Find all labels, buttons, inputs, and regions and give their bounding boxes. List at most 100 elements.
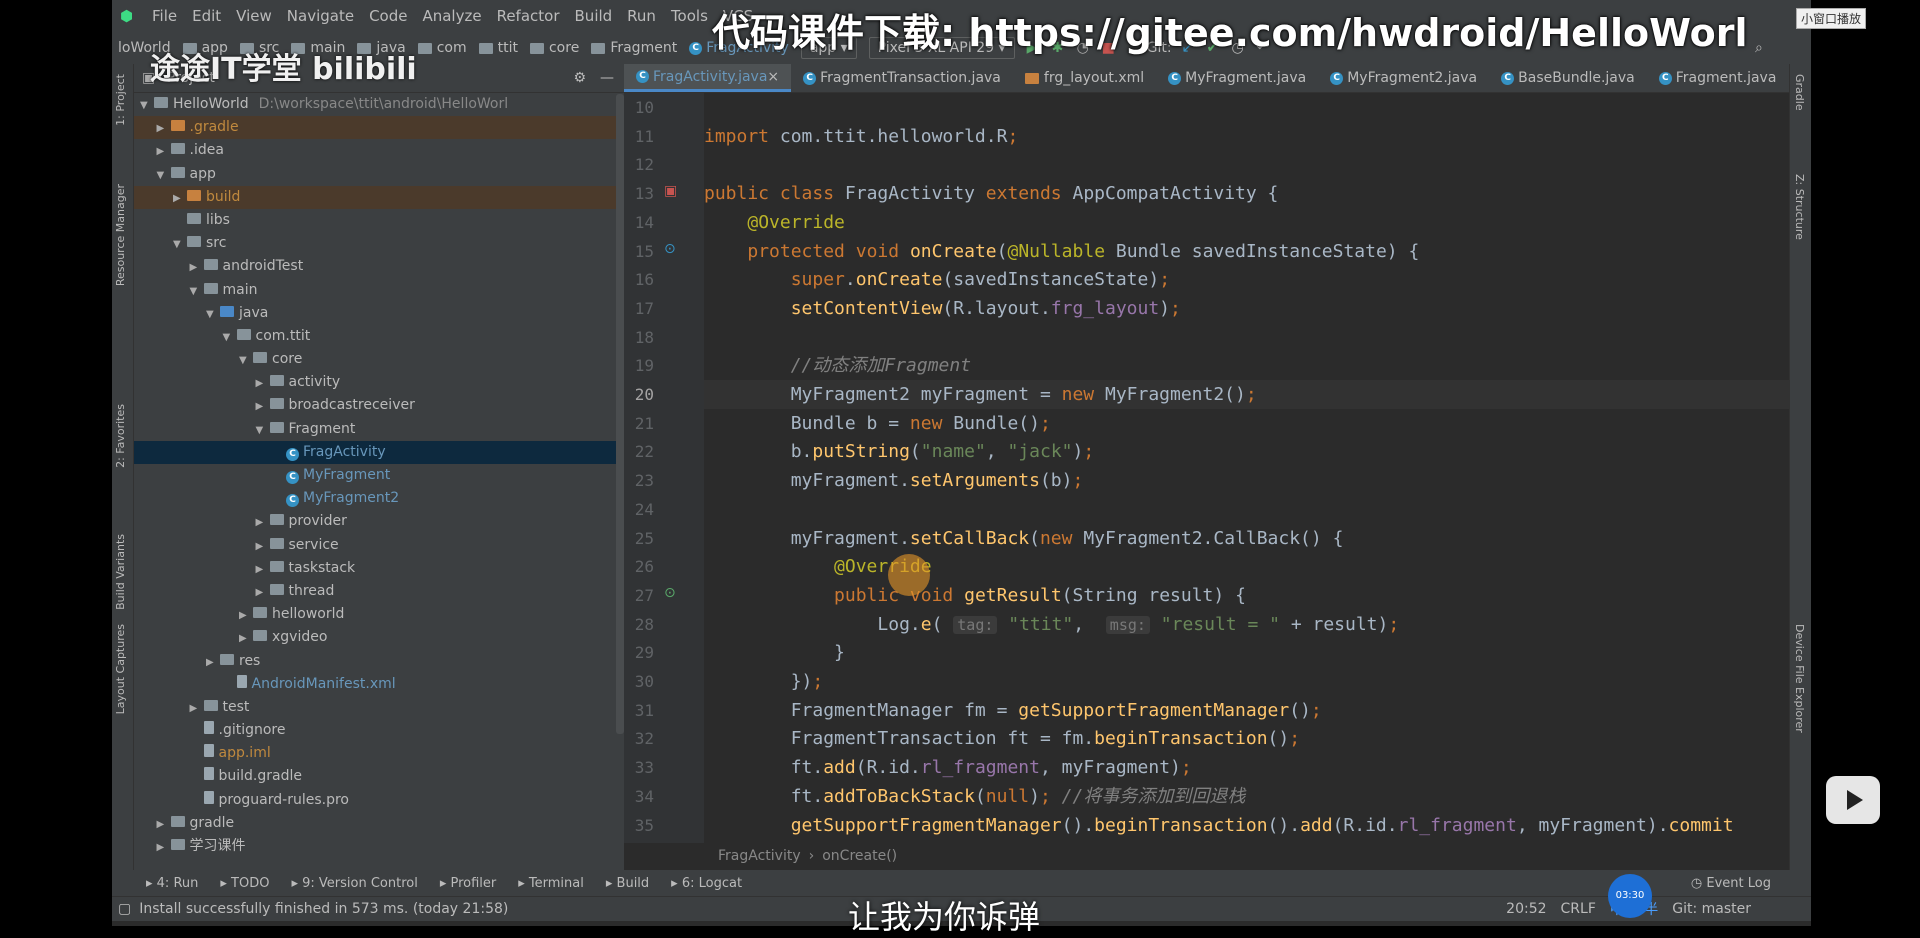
- tool-tab[interactable]: ▸ 9: Version Control: [291, 876, 417, 891]
- collapsed-arrow-icon[interactable]: ▶: [157, 140, 171, 163]
- menu-item-tools[interactable]: Tools: [671, 7, 708, 25]
- editor-tab[interactable]: C BaseBundle.java: [1489, 64, 1647, 92]
- tree-item[interactable]: ▶ taskstack: [134, 557, 624, 580]
- expanded-arrow-icon[interactable]: ▼: [173, 233, 187, 256]
- collapsed-arrow-icon[interactable]: ▶: [256, 581, 270, 604]
- line-separator[interactable]: CRLF: [1561, 901, 1596, 917]
- tree-item[interactable]: libs: [134, 209, 624, 232]
- menu-item-build[interactable]: Build: [575, 7, 613, 25]
- expanded-arrow-icon[interactable]: ▼: [239, 349, 253, 372]
- expanded-arrow-icon[interactable]: ▼: [206, 303, 220, 326]
- editor-crumb-class[interactable]: FragActivity: [718, 848, 801, 864]
- expanded-arrow-icon[interactable]: ▼: [223, 326, 237, 349]
- editor-tab[interactable]: C MyFragment2.java: [1318, 64, 1489, 92]
- collapsed-arrow-icon[interactable]: ▶: [239, 604, 253, 627]
- project-scrollbar[interactable]: [616, 94, 624, 734]
- collapsed-arrow-icon[interactable]: ▶: [256, 511, 270, 534]
- collapsed-arrow-icon[interactable]: ▶: [239, 627, 253, 650]
- pip-button[interactable]: 小窗口播放: [1796, 8, 1867, 29]
- android-class-marker-icon[interactable]: ▣: [664, 183, 677, 199]
- collapsed-arrow-icon[interactable]: ▶: [256, 395, 270, 418]
- tree-item[interactable]: ▼ app: [134, 163, 624, 186]
- settings-gear-icon[interactable]: ⚙: [573, 70, 586, 86]
- close-tab-icon[interactable]: ×: [767, 69, 779, 85]
- tool-tab[interactable]: ▸ 4: Run: [146, 876, 198, 891]
- menu-item-edit[interactable]: Edit: [192, 7, 221, 25]
- tree-item[interactable]: ▶ thread: [134, 580, 624, 603]
- menu-item-run[interactable]: Run: [627, 7, 656, 25]
- caret-position[interactable]: 20:52: [1506, 901, 1546, 917]
- tool-tab[interactable]: ▸ Terminal: [518, 876, 584, 891]
- editor-tab[interactable]: frg_layout.xml: [1013, 64, 1156, 92]
- collapsed-arrow-icon[interactable]: ▶: [157, 117, 171, 140]
- tree-item[interactable]: C FragActivity: [134, 440, 624, 464]
- breadcrumb-item[interactable]: Fragment: [591, 40, 677, 56]
- tree-item[interactable]: proguard-rules.pro: [134, 789, 624, 812]
- right-stripe-tab-2[interactable]: Device File Explorer: [1793, 624, 1806, 733]
- hide-panel-icon[interactable]: —: [600, 70, 614, 86]
- tree-item[interactable]: ▶ service: [134, 534, 624, 557]
- menu-item-analyze[interactable]: Analyze: [422, 7, 481, 25]
- tree-item[interactable]: ▶ broadcastreceiver: [134, 394, 624, 417]
- tree-item[interactable]: ▶ gradle: [134, 812, 624, 835]
- expanded-arrow-icon[interactable]: ▼: [140, 94, 154, 117]
- stripe-tab-2[interactable]: 2: Favorites: [114, 404, 127, 468]
- collapsed-arrow-icon[interactable]: ▶: [256, 372, 270, 395]
- tree-item[interactable]: ▼ core: [134, 348, 624, 371]
- collapsed-arrow-icon[interactable]: ▶: [190, 256, 204, 279]
- tree-item[interactable]: ▼ com.ttit: [134, 325, 624, 348]
- expanded-arrow-icon[interactable]: ▼: [157, 164, 171, 187]
- search-icon[interactable]: ⌕: [1755, 40, 1771, 56]
- editor-tab[interactable]: C FragActivity.java ×: [624, 64, 792, 92]
- collapsed-arrow-icon[interactable]: ▶: [157, 836, 171, 859]
- tool-tab[interactable]: ▸ 6: Logcat: [671, 876, 742, 891]
- tool-tab[interactable]: ▸ TODO: [220, 876, 269, 891]
- tree-item[interactable]: ▶ activity: [134, 371, 624, 394]
- override-marker-icon[interactable]: ⊙: [664, 241, 676, 257]
- tree-item[interactable]: ▶ xgvideo: [134, 626, 624, 649]
- tree-item[interactable]: ▶ build: [134, 185, 624, 210]
- editor-tab[interactable]: C FragmentTransaction.java: [791, 64, 1013, 92]
- git-branch[interactable]: Git: master: [1672, 901, 1751, 917]
- play-button[interactable]: [1826, 776, 1880, 824]
- collapsed-arrow-icon[interactable]: ▶: [206, 651, 220, 674]
- editor-tab[interactable]: C Fragment.java: [1647, 64, 1789, 92]
- tree-item[interactable]: ▶ provider: [134, 510, 624, 533]
- tree-item[interactable]: C MyFragment: [134, 464, 624, 487]
- event-log-tab[interactable]: ◷ Event Log: [1691, 876, 1771, 891]
- collapsed-arrow-icon[interactable]: ▶: [157, 813, 171, 836]
- breadcrumb-item[interactable]: com: [417, 40, 467, 56]
- collapsed-arrow-icon[interactable]: ▶: [256, 558, 270, 581]
- tree-item[interactable]: ▶ 学习课件: [134, 835, 624, 858]
- code-editor[interactable]: import com.ttit.helloworld.R; public clas…: [704, 93, 1790, 843]
- breadcrumb-item[interactable]: core: [529, 40, 579, 56]
- menu-item-refactor[interactable]: Refactor: [497, 7, 560, 25]
- tree-item[interactable]: .gitignore: [134, 719, 624, 742]
- editor-crumb-method[interactable]: onCreate(): [822, 848, 897, 864]
- menu-item-navigate[interactable]: Navigate: [287, 7, 354, 25]
- tree-item[interactable]: ▼ Fragment: [134, 418, 624, 441]
- tree-item[interactable]: build.gradle: [134, 765, 624, 788]
- tree-item[interactable]: ▼ java: [134, 302, 624, 325]
- tree-item[interactable]: ▼ main: [134, 279, 624, 302]
- tree-item[interactable]: app.iml: [134, 742, 624, 765]
- tree-item[interactable]: C MyFragment2: [134, 487, 624, 510]
- expanded-arrow-icon[interactable]: ▼: [256, 419, 270, 442]
- stripe-tab-3[interactable]: Build Variants: [114, 534, 127, 610]
- collapsed-arrow-icon[interactable]: ▶: [173, 187, 187, 210]
- menu-item-file[interactable]: File: [152, 7, 177, 25]
- breadcrumb-item[interactable]: ttit: [478, 40, 518, 56]
- tree-item[interactable]: ▶ .gradle: [134, 116, 624, 140]
- tree-item[interactable]: ▼ HelloWorld D:\workspace\ttit\android\Hel…: [134, 93, 624, 116]
- tree-item[interactable]: ▶ helloworld: [134, 603, 624, 626]
- override-marker-icon[interactable]: ⊙: [664, 585, 676, 601]
- menu-item-view[interactable]: View: [236, 7, 272, 25]
- tool-tab[interactable]: ▸ Profiler: [440, 876, 496, 891]
- right-stripe-tab-1[interactable]: Z: Structure: [1793, 174, 1806, 240]
- collapsed-arrow-icon[interactable]: ▶: [256, 535, 270, 558]
- tree-item[interactable]: ▶ .idea: [134, 139, 624, 162]
- stripe-tab-4[interactable]: Layout Captures: [114, 624, 127, 714]
- tree-item[interactable]: ▼ src: [134, 232, 624, 255]
- stripe-tab-0[interactable]: 1: Project: [114, 74, 127, 126]
- editor-tab[interactable]: C MyFragment.java: [1156, 64, 1318, 92]
